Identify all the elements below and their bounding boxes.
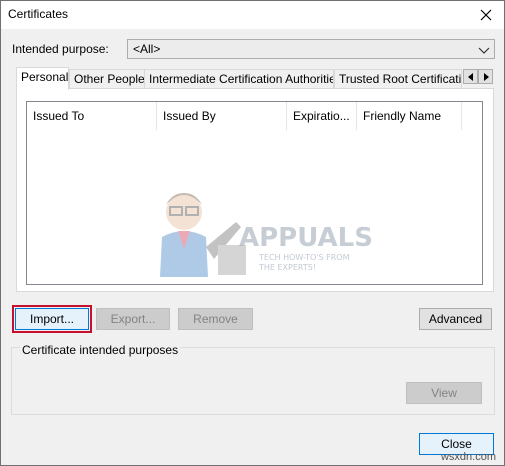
tab-other-people[interactable]: Other People	[69, 69, 145, 89]
watermark-tagline-1: TECH HOW-TO'S FROM	[259, 253, 350, 262]
remove-button[interactable]: Remove	[178, 308, 253, 330]
tab-trusted-root-authorities[interactable]: Trusted Root Certification Authorities	[334, 69, 462, 89]
title-bar: Certificates	[1, 1, 504, 29]
close-window-icon[interactable]	[474, 3, 498, 27]
tab-label: Trusted Root Certification Authorities	[339, 72, 462, 86]
intended-purposes-caption: Certificate intended purposes	[20, 343, 181, 357]
tab-personal[interactable]: Personal	[16, 67, 69, 90]
caret-right-icon	[483, 72, 489, 81]
intended-purposes-group	[11, 347, 495, 415]
column-header-expiration[interactable]: Expiratio...	[287, 102, 357, 130]
export-button[interactable]: Export...	[96, 308, 170, 330]
watermark-tagline-2: THE EXPERTS!	[259, 263, 317, 272]
caret-left-icon	[467, 72, 473, 81]
column-header-issued-to[interactable]: Issued To	[27, 102, 157, 130]
tab-label: Other People	[74, 72, 145, 86]
tab-label: Personal	[21, 70, 69, 84]
window-title: Certificates	[8, 7, 69, 21]
intended-purpose-label: Intended purpose:	[12, 42, 109, 56]
tab-label: Intermediate Certification Authorities	[149, 72, 334, 86]
advanced-button[interactable]: Advanced	[419, 308, 492, 330]
view-button[interactable]: View	[406, 382, 482, 404]
chevron-down-icon	[478, 44, 490, 58]
tab-intermediate-authorities[interactable]: Intermediate Certification Authorities	[144, 69, 334, 89]
certificates-dialog: Certificates Intended purpose: <All> Per…	[0, 0, 505, 466]
intended-purpose-value: <All>	[133, 42, 161, 56]
column-header-issued-by[interactable]: Issued By	[157, 102, 287, 130]
watermark-brand: APPUALS	[239, 223, 373, 253]
site-watermark: wsxdn.com	[440, 451, 496, 463]
column-header-friendly-name[interactable]: Friendly Name	[357, 102, 462, 130]
tab-strip: Personal Other People Intermediate Certi…	[16, 67, 486, 90]
mascot-icon	[160, 193, 246, 277]
watermark-logo	[156, 187, 251, 285]
import-highlight-box	[12, 305, 92, 333]
tab-scroll-right-button[interactable]	[478, 69, 493, 84]
intended-purpose-select[interactable]: <All>	[127, 39, 495, 59]
tab-scroll-left-button[interactable]	[463, 69, 478, 84]
certificate-list[interactable]: Issued To Issued By Expiratio... Friendl…	[26, 101, 483, 285]
